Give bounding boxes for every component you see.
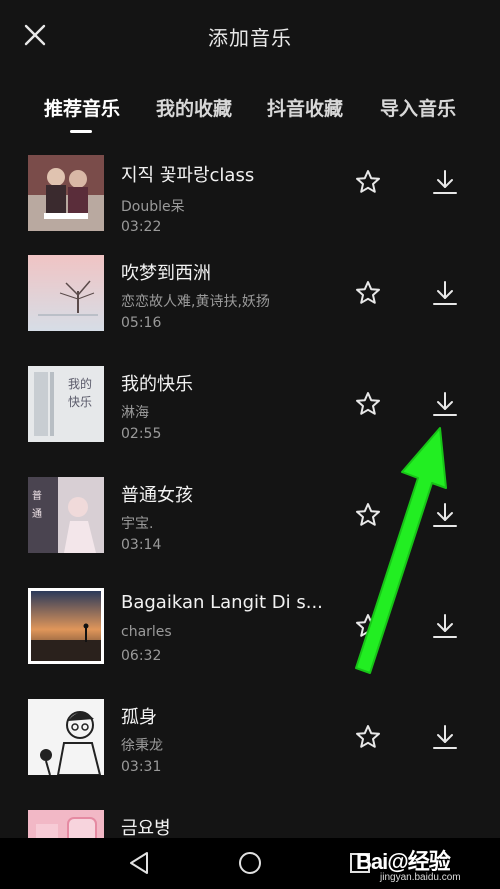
star-icon — [356, 614, 380, 637]
song-title: 금요병 — [121, 818, 171, 838]
album-cover — [28, 699, 104, 775]
tab-import-music[interactable]: 导入音乐 — [380, 94, 456, 121]
star-icon — [356, 281, 380, 304]
tab-recommended[interactable]: 推荐音乐 — [44, 94, 120, 121]
favorite-button[interactable] — [355, 169, 381, 195]
favorite-button[interactable] — [355, 502, 381, 528]
download-button[interactable] — [432, 391, 458, 417]
baidu-jingyan-watermark: Bai@经验 jingyan.baidu.com — [352, 842, 500, 888]
download-icon — [433, 503, 457, 527]
album-cover — [28, 155, 104, 231]
song-title: 普通女孩 — [121, 485, 193, 506]
active-tab-indicator — [70, 130, 92, 133]
song-row[interactable]: Bagaikan Langit Di s... charles 06:32 — [0, 559, 500, 670]
star-icon — [356, 170, 380, 193]
favorite-button[interactable] — [355, 724, 381, 750]
favorite-button[interactable] — [355, 613, 381, 639]
download-button[interactable] — [432, 280, 458, 306]
song-duration: 03:14 — [121, 537, 162, 553]
music-picker-screen: 添加音乐 推荐音乐 我的收藏 抖音收藏 导入音乐 지직 꽃파랑class Dou… — [0, 0, 500, 838]
tab-douyin-favorites[interactable]: 抖音收藏 — [267, 94, 343, 121]
back-triangle-icon — [130, 852, 148, 874]
song-artist: 淋海 — [121, 405, 149, 421]
song-row[interactable]: 지직 꽃파랑class Double呆 03:22 — [0, 150, 500, 235]
album-cover — [28, 255, 104, 331]
song-title: 孤身 — [121, 707, 157, 728]
song-row[interactable]: 我的 快乐 我的快乐 淋海 02:55 — [0, 337, 500, 448]
song-title: 지직 꽃파랑class — [121, 165, 255, 186]
song-row[interactable]: 吹梦到西洲 恋恋故人难,黄诗扶,妖扬 05:16 — [0, 226, 500, 337]
song-artist: 宇宝. — [121, 516, 154, 532]
song-artist: charles — [121, 624, 172, 640]
song-row[interactable]: 금요병 — [0, 781, 500, 838]
svg-text:快乐: 快乐 — [68, 395, 92, 409]
page-title: 添加音乐 — [208, 26, 292, 50]
download-icon — [433, 281, 457, 305]
download-button[interactable] — [432, 724, 458, 750]
download-icon — [433, 614, 457, 638]
favorite-button[interactable] — [355, 280, 381, 306]
song-artist: Double呆 — [121, 199, 185, 215]
song-list[interactable]: 지직 꽃파랑class Double呆 03:22 吹梦到西洲 恋恋故人难,黄诗… — [0, 150, 500, 838]
song-title: 吹梦到西洲 — [121, 263, 211, 284]
song-artist: 徐秉龙 — [121, 738, 163, 754]
song-duration: 02:55 — [121, 426, 162, 442]
tab-favorites[interactable]: 我的收藏 — [156, 94, 232, 121]
watermark-url: jingyan.baidu.com — [380, 872, 461, 883]
album-cover — [28, 810, 104, 838]
song-duration: 05:16 — [121, 315, 162, 331]
star-icon — [356, 503, 380, 526]
song-duration: 06:32 — [121, 648, 162, 664]
nav-back-button[interactable] — [127, 850, 153, 876]
song-title: 我的快乐 — [121, 374, 193, 395]
top-bar: 添加音乐 — [0, 0, 500, 72]
song-artist: 恋恋故人难,黄诗扶,妖扬 — [121, 294, 270, 310]
nav-home-button[interactable] — [237, 850, 263, 876]
download-button[interactable] — [432, 613, 458, 639]
song-row[interactable]: 孤身 徐秉龙 03:31 — [0, 670, 500, 781]
download-icon — [433, 392, 457, 416]
svg-text:通: 通 — [32, 508, 42, 520]
album-cover: 我的 快乐 — [28, 366, 104, 442]
star-icon — [356, 392, 380, 415]
album-cover: 普 通 — [28, 477, 104, 553]
tab-bar: 推荐音乐 我的收藏 抖音收藏 导入音乐 — [0, 94, 500, 134]
song-duration: 03:31 — [121, 759, 162, 775]
song-title: Bagaikan Langit Di s... — [121, 592, 321, 613]
star-icon — [356, 725, 380, 748]
svg-text:我的: 我的 — [68, 376, 92, 391]
album-cover — [28, 588, 104, 664]
download-button[interactable] — [432, 169, 458, 195]
song-row[interactable]: 普 通 普通女孩 宇宝. 03:14 — [0, 448, 500, 559]
svg-text:普: 普 — [32, 489, 42, 502]
home-circle-icon — [239, 852, 261, 874]
download-icon — [433, 725, 457, 749]
download-icon — [433, 170, 457, 194]
favorite-button[interactable] — [355, 391, 381, 417]
download-button[interactable] — [432, 502, 458, 528]
